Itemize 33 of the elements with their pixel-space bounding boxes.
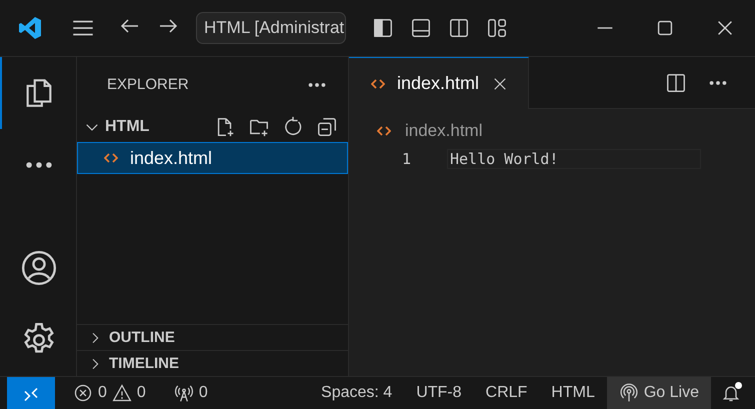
status-item[interactable]: Spaces: 4 (315, 377, 398, 409)
problems-button[interactable]: 0 0 (67, 377, 152, 409)
remote-button[interactable] (7, 377, 55, 409)
file-item[interactable]: index.html (77, 142, 348, 174)
status-item[interactable]: CRLF (480, 377, 534, 409)
html-file-icon (371, 78, 385, 90)
html-file-icon (104, 152, 118, 164)
toggle-sidebar-icon[interactable] (372, 17, 394, 39)
html-file-icon (377, 125, 391, 137)
go-live-button[interactable]: Go Live (606, 377, 711, 409)
refresh-icon[interactable] (282, 116, 304, 138)
breadcrumb[interactable]: index.html (405, 121, 482, 141)
sidebar-title: EXPLORER (107, 76, 189, 93)
broadcast-icon[interactable] (618, 383, 639, 403)
toggle-panel-icon[interactable] (410, 17, 432, 39)
folder-name[interactable]: HTML (105, 118, 150, 136)
editor-tab[interactable]: index.html (349, 57, 529, 109)
error-icon[interactable] (73, 383, 93, 403)
warning-icon[interactable] (112, 383, 132, 403)
ports-button[interactable]: 0 (168, 377, 214, 409)
antenna-icon[interactable] (174, 383, 194, 403)
app-logo-icon (18, 16, 42, 40)
status-item[interactable]: UTF-8 (410, 377, 468, 409)
collapse-all-icon[interactable] (316, 116, 338, 138)
section-header[interactable]: TIMELINE (109, 355, 179, 372)
status-item[interactable]: HTML (545, 377, 601, 409)
command-center[interactable]: HTML [Administrat (196, 12, 346, 44)
section-header[interactable]: OUTLINE (109, 329, 175, 346)
account-icon[interactable] (20, 249, 58, 287)
line-number: 1 (400, 150, 411, 168)
split-editor-icon[interactable] (665, 72, 687, 94)
customize-layout-icon[interactable] (486, 17, 508, 39)
toggle-secondary-sidebar-icon[interactable] (448, 17, 470, 39)
